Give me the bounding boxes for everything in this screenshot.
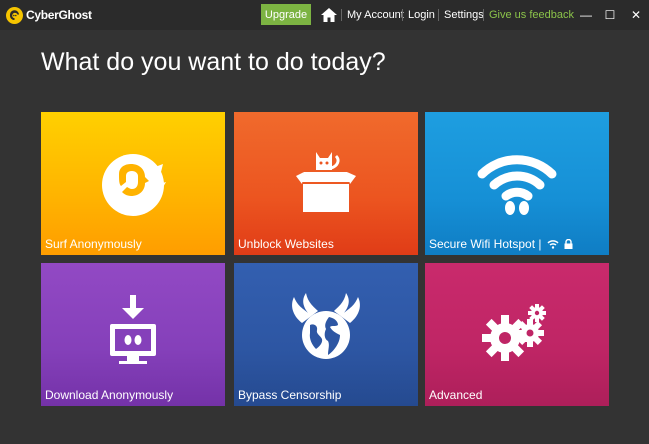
login-link[interactable]: Login bbox=[408, 9, 435, 21]
my-account-link[interactable]: My Account bbox=[347, 9, 404, 21]
app-logo: CyberGhost bbox=[6, 5, 92, 25]
lock-icon bbox=[564, 239, 573, 249]
title-bar: CyberGhost Upgrade My Account Login Sett… bbox=[0, 0, 649, 30]
page-title: What do you want to do today? bbox=[41, 48, 386, 76]
app-name: CyberGhost bbox=[26, 8, 92, 22]
tile-label-text: Secure Wifi Hotspot | bbox=[429, 237, 542, 251]
close-button[interactable]: ✕ bbox=[627, 6, 645, 24]
tile-label: Advanced bbox=[429, 388, 483, 402]
tile-label: Download Anonymously bbox=[45, 388, 174, 402]
tile-label: Unblock Websites bbox=[238, 237, 334, 251]
ghost-logo-icon bbox=[6, 6, 23, 24]
tile-unblock-websites[interactable]: Unblock Websites bbox=[234, 112, 418, 255]
tile-advanced[interactable]: Advanced bbox=[425, 263, 609, 406]
tile-download-anonymously[interactable]: Download Anonymously bbox=[41, 263, 225, 406]
maximize-button[interactable]: ☐ bbox=[601, 6, 619, 24]
cat-in-box-icon bbox=[296, 152, 356, 212]
home-icon[interactable] bbox=[320, 6, 338, 24]
tile-surf-anonymously[interactable]: Surf Anonymously bbox=[41, 112, 225, 255]
settings-link[interactable]: Settings bbox=[444, 9, 484, 21]
tile-bypass-censorship[interactable]: Bypass Censorship bbox=[234, 263, 418, 406]
ghost-icon bbox=[102, 154, 166, 216]
gears-icon bbox=[482, 304, 546, 361]
tile-label: Bypass Censorship bbox=[238, 388, 342, 402]
menu-divider bbox=[341, 9, 342, 21]
menu-divider bbox=[483, 9, 484, 21]
wifi-icon bbox=[546, 239, 559, 249]
upgrade-button[interactable]: Upgrade bbox=[261, 4, 311, 25]
feedback-link[interactable]: Give us feedback bbox=[489, 9, 574, 21]
menu-divider bbox=[402, 9, 403, 21]
menu-divider bbox=[438, 9, 439, 21]
minimize-button[interactable]: — bbox=[577, 6, 595, 24]
tile-label: Surf Anonymously bbox=[45, 237, 142, 251]
tile-secure-wifi-hotspot[interactable]: Secure Wifi Hotspot | bbox=[425, 112, 609, 255]
download-monitor-icon bbox=[110, 295, 156, 364]
wifi-ghost-icon bbox=[477, 155, 557, 215]
tile-label: Secure Wifi Hotspot | bbox=[429, 237, 573, 251]
winged-globe-icon bbox=[292, 293, 360, 359]
